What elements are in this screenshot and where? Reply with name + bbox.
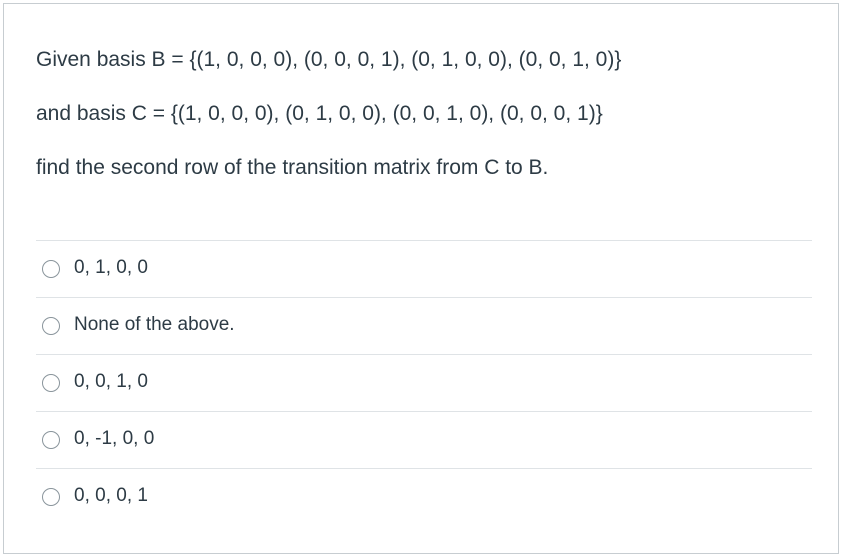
answer-option-2[interactable]: None of the above.	[36, 297, 812, 354]
answer-option-4[interactable]: 0, -1, 0, 0	[36, 411, 812, 468]
answer-option-5[interactable]: 0, 0, 0, 1	[36, 468, 812, 525]
answer-label: 0, 0, 0, 1	[74, 485, 148, 506]
radio-button-icon[interactable]	[42, 431, 60, 449]
question-card: Given basis B = {(1, 0, 0, 0), (0, 0, 0,…	[3, 3, 839, 554]
radio-button-icon[interactable]	[42, 317, 60, 335]
answer-label: 0, -1, 0, 0	[74, 428, 155, 449]
radio-button-icon[interactable]	[42, 374, 60, 392]
question-line-1: Given basis B = {(1, 0, 0, 0), (0, 0, 0,…	[36, 48, 622, 71]
answer-list: 0, 1, 0, 0 None of the above. 0, 0, 1, 0…	[36, 240, 812, 525]
radio-button-icon[interactable]	[42, 260, 60, 278]
radio-button-icon[interactable]	[42, 488, 60, 506]
answer-label: None of the above.	[74, 314, 235, 335]
answer-label: 0, 0, 1, 0	[74, 371, 148, 392]
question-line-2: and basis C = {(1, 0, 0, 0), (0, 1, 0, 0…	[36, 102, 603, 125]
answer-option-3[interactable]: 0, 0, 1, 0	[36, 354, 812, 411]
answer-label: 0, 1, 0, 0	[74, 257, 148, 278]
question-line-3: find the second row of the transition ma…	[36, 156, 549, 179]
answer-option-1[interactable]: 0, 1, 0, 0	[36, 240, 812, 297]
